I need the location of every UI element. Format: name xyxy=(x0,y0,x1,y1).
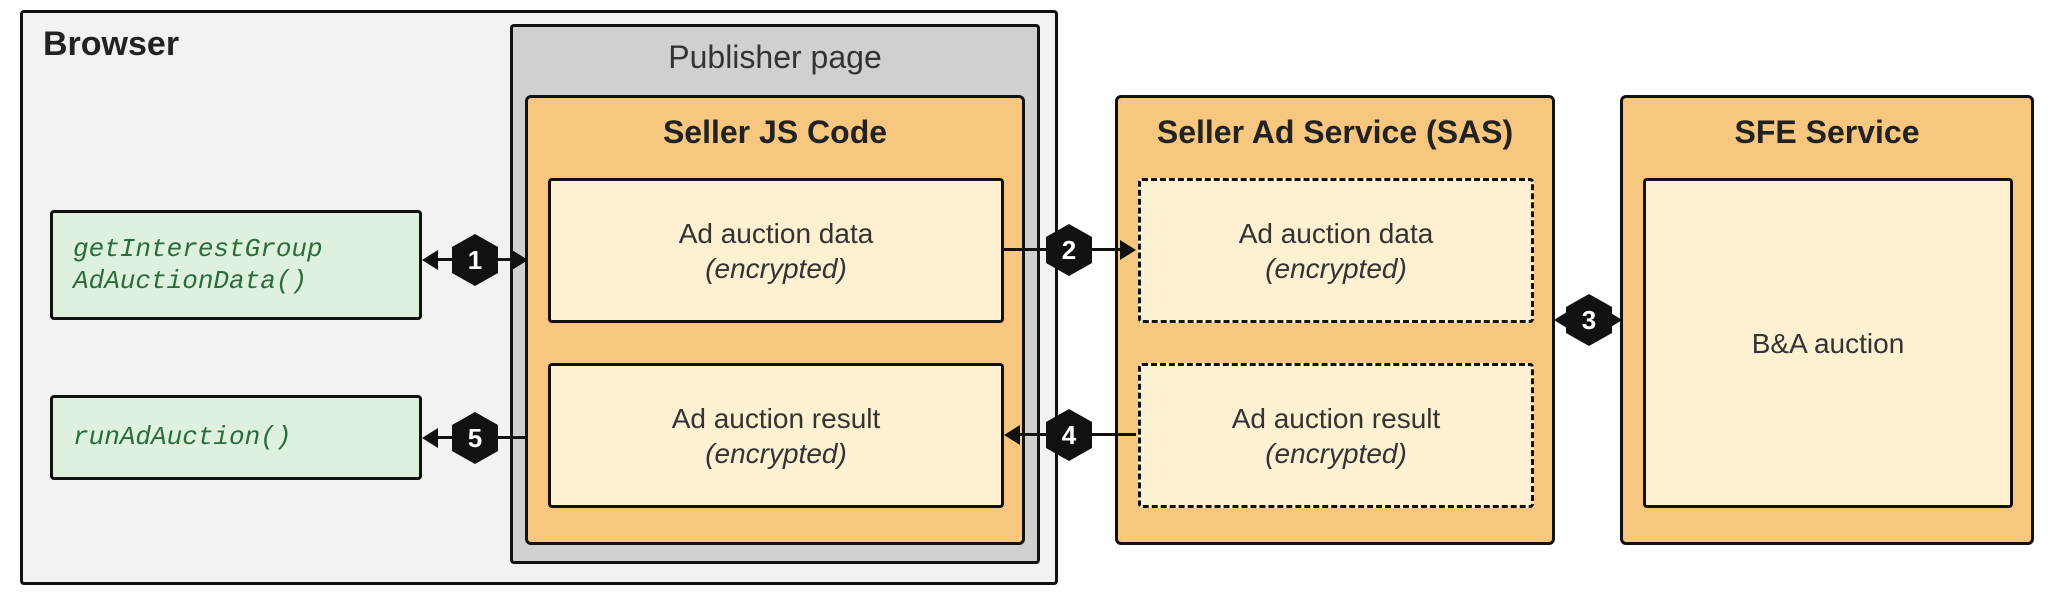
seller-js-title: Seller JS Code xyxy=(528,114,1022,151)
step-5-num: 5 xyxy=(468,423,482,454)
browser-title: Browser xyxy=(43,25,179,64)
publisher-page-title: Publisher page xyxy=(513,39,1037,76)
arrow-1-head-l xyxy=(422,250,438,270)
sfe-content: B&A auction xyxy=(1752,326,1905,361)
seller-js-result-label: Ad auction result xyxy=(672,401,881,436)
api-run-ad-auction: runAdAuction() xyxy=(50,395,422,480)
api-line2: AdAuctionData() xyxy=(73,265,323,298)
seller-js-data-label: Ad auction data xyxy=(679,216,874,251)
step-badge-3: 3 xyxy=(1566,294,1612,346)
sfe-container: SFE Service B&A auction xyxy=(1620,95,2034,545)
sas-result-sub: (encrypted) xyxy=(1265,436,1407,471)
seller-js-result-sub: (encrypted) xyxy=(705,436,847,471)
api2-text: runAdAuction() xyxy=(73,421,291,454)
arrow-5-head xyxy=(422,428,438,448)
arrow-1-head-r xyxy=(512,250,528,270)
sfe-ba-box: B&A auction xyxy=(1643,178,2013,508)
sas-title: Seller Ad Service (SAS) xyxy=(1118,114,1552,151)
step-1-num: 1 xyxy=(468,245,482,276)
api-get-interest-group: getInterestGroup AdAuctionData() xyxy=(50,210,422,320)
sas-result-label: Ad auction result xyxy=(1232,401,1441,436)
sas-data-sub: (encrypted) xyxy=(1265,251,1407,286)
api-line1: getInterestGroup xyxy=(73,233,323,266)
sas-data-box: Ad auction data (encrypted) xyxy=(1138,178,1534,323)
seller-js-result-box: Ad auction result (encrypted) xyxy=(548,363,1004,508)
sas-data-label: Ad auction data xyxy=(1239,216,1434,251)
step-3-num: 3 xyxy=(1582,305,1596,336)
arrow-2-head xyxy=(1120,240,1136,260)
sfe-title: SFE Service xyxy=(1623,114,2031,151)
step-4-num: 4 xyxy=(1062,420,1076,451)
seller-js-data-sub: (encrypted) xyxy=(705,251,847,286)
sas-container: Seller Ad Service (SAS) Ad auction data … xyxy=(1115,95,1555,545)
arrow-4-head xyxy=(1004,425,1020,445)
step-2-num: 2 xyxy=(1062,235,1076,266)
seller-js-data-box: Ad auction data (encrypted) xyxy=(548,178,1004,323)
seller-js-container: Seller JS Code Ad auction data (encrypte… xyxy=(525,95,1025,545)
sas-result-box: Ad auction result (encrypted) xyxy=(1138,363,1534,508)
